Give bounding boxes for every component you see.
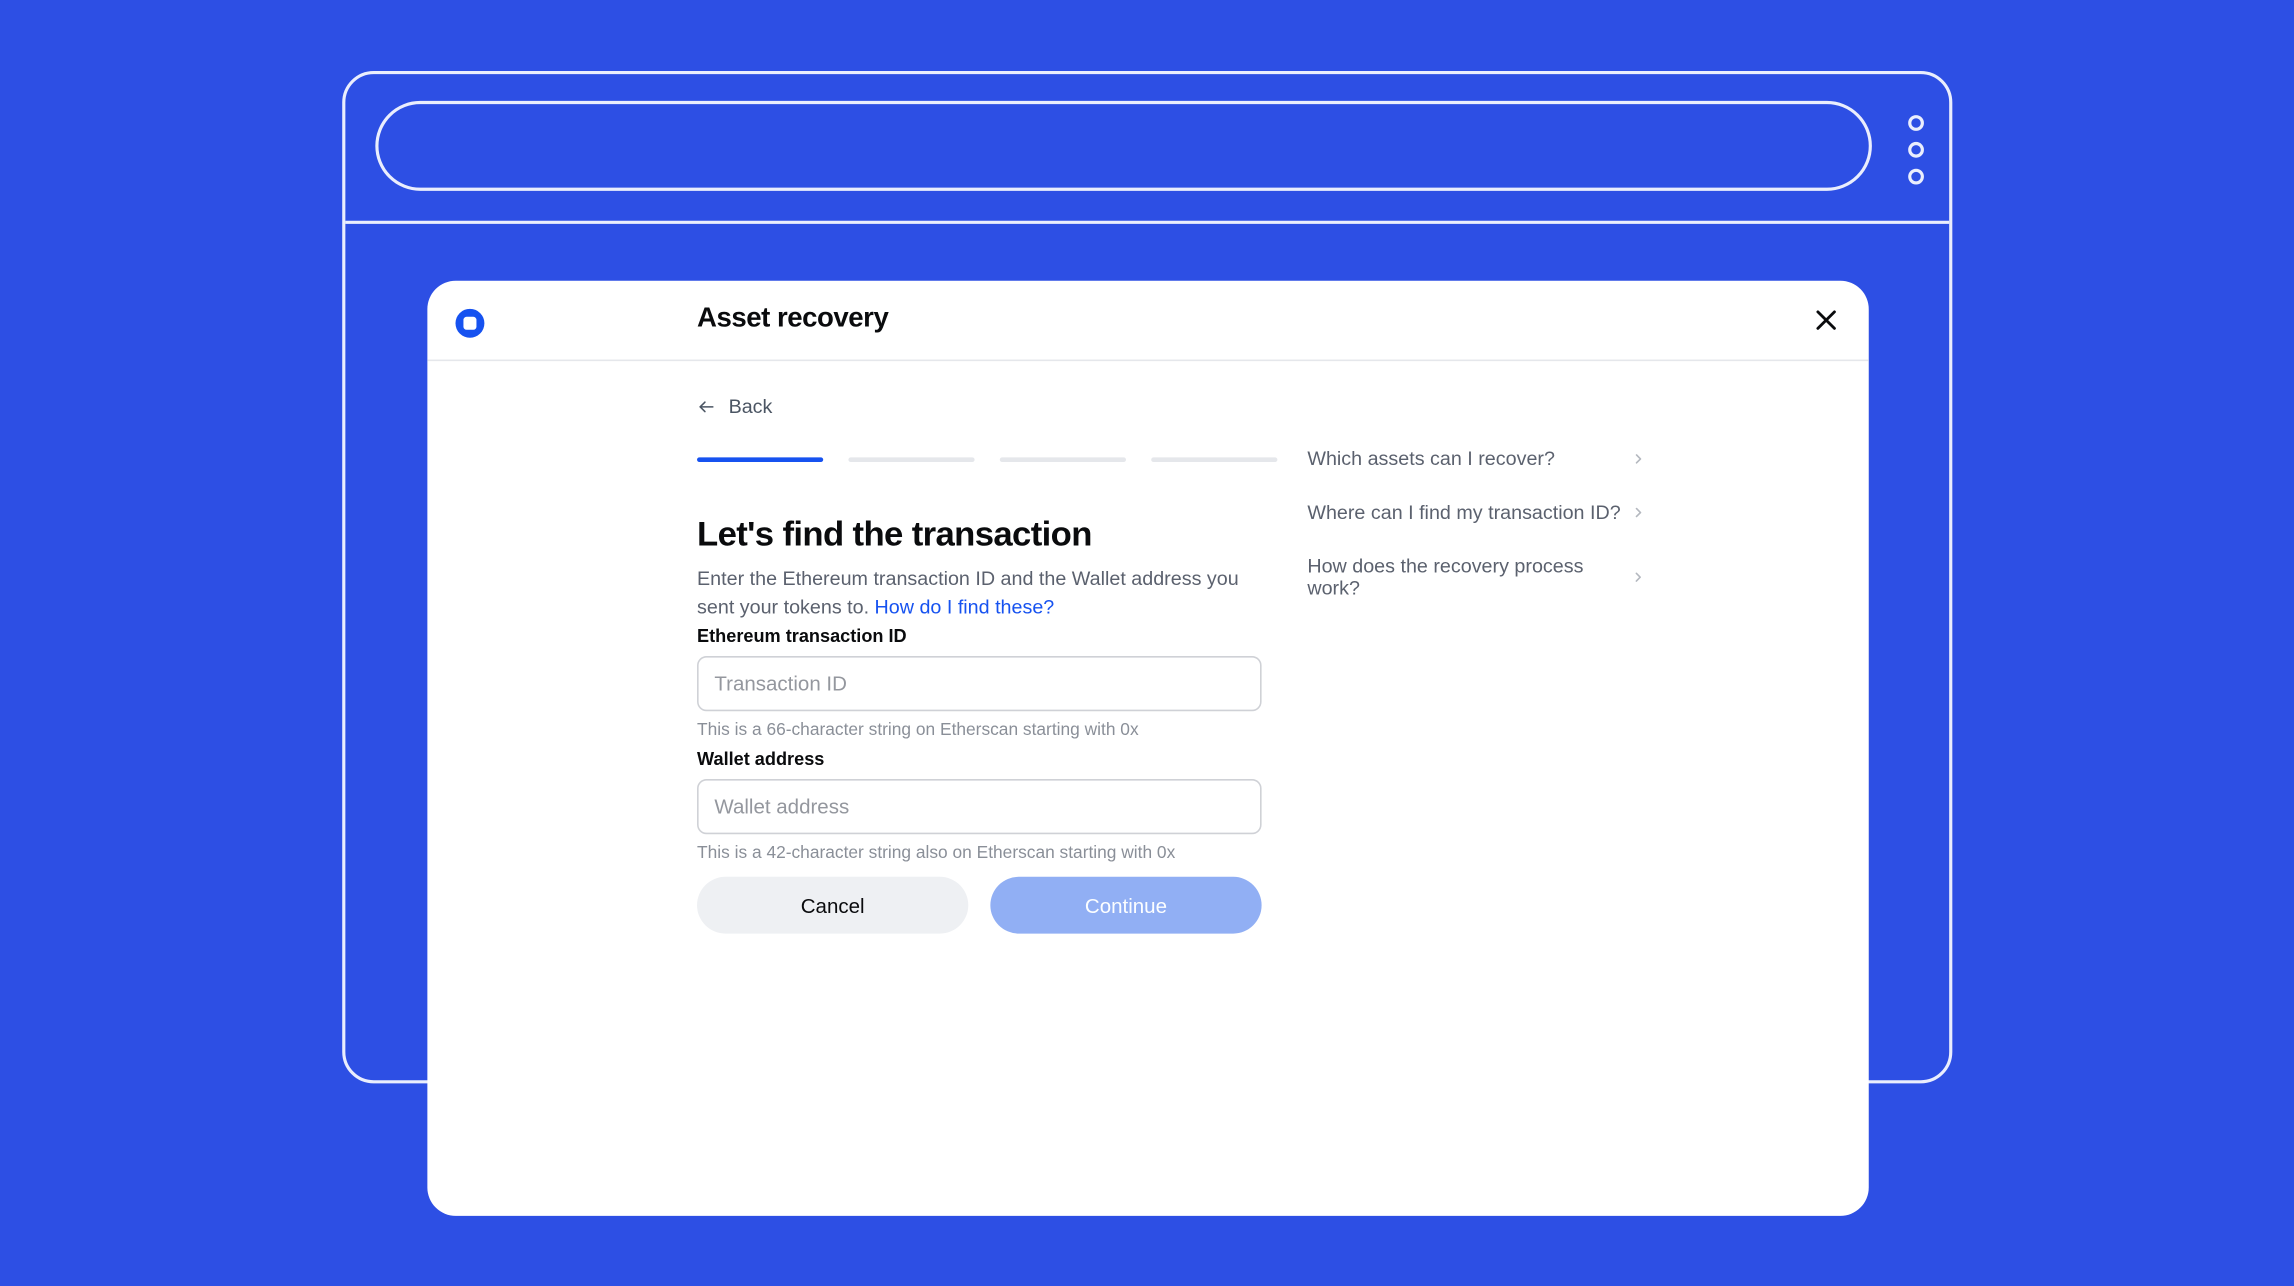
wallet-label: Wallet address: [697, 751, 1262, 770]
main-description: Enter the Ethereum transaction ID and th…: [697, 565, 1262, 622]
progress-steps: [697, 457, 1277, 462]
chevron-right-icon: [1631, 451, 1647, 467]
progress-step-3: [1000, 457, 1126, 462]
faq-label: Which assets can I recover?: [1307, 448, 1555, 470]
wallet-field-group: Wallet address This is a 42-character st…: [697, 751, 1262, 863]
browser-divider: [345, 221, 1949, 224]
main-heading: Let's find the transaction: [697, 514, 1092, 555]
txid-field-group: Ethereum transaction ID This is a 66-cha…: [697, 628, 1262, 740]
coinbase-logo-icon: [453, 306, 488, 341]
progress-step-1: [697, 457, 823, 462]
faq-item-process[interactable]: How does the recovery process work?: [1307, 539, 1646, 615]
back-button[interactable]: Back: [697, 396, 772, 418]
progress-step-2: [848, 457, 974, 462]
back-label: Back: [729, 396, 773, 418]
faq-item-assets[interactable]: Which assets can I recover?: [1307, 432, 1646, 486]
app-header: Asset recovery: [427, 281, 1868, 361]
app-card: Asset recovery Back Let's find th: [427, 281, 1868, 1216]
txid-helper: This is a 66-character string on Ethersc…: [697, 721, 1262, 740]
txid-input[interactable]: [697, 656, 1262, 711]
faq-label: Where can I find my transaction ID?: [1307, 501, 1620, 523]
txid-label: Ethereum transaction ID: [697, 628, 1262, 647]
button-row: Cancel Continue: [697, 877, 1262, 934]
faq-sidebar: Which assets can I recover? Where can I …: [1307, 432, 1646, 615]
progress-step-4: [1151, 457, 1277, 462]
continue-button[interactable]: Continue: [990, 877, 1261, 934]
chevron-right-icon: [1631, 569, 1646, 585]
faq-item-txid[interactable]: Where can I find my transaction ID?: [1307, 486, 1646, 540]
wallet-helper: This is a 42-character string also on Et…: [697, 844, 1262, 863]
circle-icon: [1908, 115, 1924, 131]
page-title: Asset recovery: [697, 301, 888, 334]
browser-urlbar[interactable]: [375, 101, 1872, 191]
circle-icon: [1908, 169, 1924, 185]
cancel-button[interactable]: Cancel: [697, 877, 968, 934]
browser-window-controls: [1908, 115, 1924, 184]
circle-icon: [1908, 142, 1924, 158]
faq-label: How does the recovery process work?: [1307, 555, 1631, 599]
arrow-left-icon: [697, 397, 716, 416]
close-icon[interactable]: [1812, 306, 1840, 334]
wallet-input[interactable]: [697, 779, 1262, 834]
how-find-link[interactable]: How do I find these?: [875, 596, 1055, 618]
chevron-right-icon: [1631, 505, 1647, 521]
